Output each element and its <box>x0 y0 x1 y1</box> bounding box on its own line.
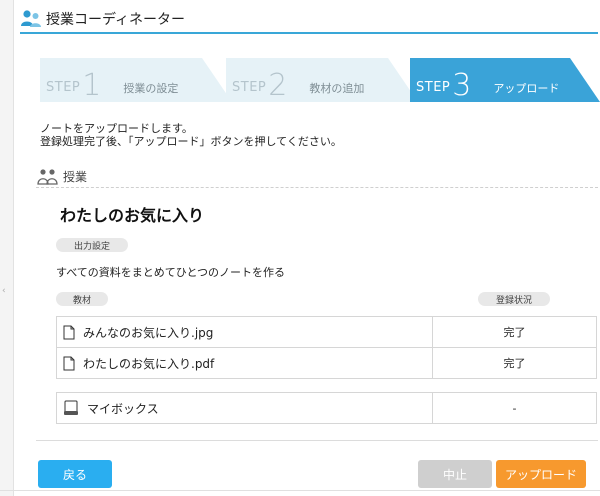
step-3: STEP 3 アップロード <box>410 58 600 102</box>
mybox-row[interactable]: マイボックス - <box>56 392 597 424</box>
section-label: 授業 <box>63 170 88 184</box>
file-icon <box>63 325 75 339</box>
material-name: みんなのお気に入り.jpg <box>83 325 214 340</box>
step-indicator: STEP 1 授業の設定 STEP 2 教材の追加 STEP 3 アップロード <box>40 58 600 102</box>
instruction-line-2: 登録処理完了後、「アップロード」ボタンを押してください。 <box>40 135 342 148</box>
material-status: 完了 <box>503 357 526 370</box>
back-button[interactable]: 戻る <box>38 460 112 488</box>
status-header: 登録状況 <box>478 292 550 306</box>
section-header: 授業 <box>36 166 598 188</box>
material-name: わたしのお気に入り.pdf <box>83 356 215 371</box>
edge-mark: ‹ <box>2 286 6 296</box>
class-title: わたしのお気に入り <box>60 206 205 225</box>
instruction-line-1: ノートをアップロードします。 <box>40 122 193 135</box>
output-option-text: すべての資料をまとめてひとつのノートを作る <box>56 266 286 279</box>
bottom-divider <box>0 490 600 491</box>
mybox-status: - <box>512 401 517 415</box>
material-header: 教材 <box>56 292 108 306</box>
mybox-name: マイボックス <box>87 401 159 416</box>
box-icon <box>64 400 78 415</box>
material-status: 完了 <box>503 326 526 339</box>
upload-button[interactable]: アップロード <box>496 460 586 488</box>
material-row[interactable]: みんなのお気に入り.jpg 完了 <box>56 316 597 348</box>
output-settings-pill: 出力設定 <box>56 238 128 252</box>
file-icon <box>63 356 75 370</box>
step-1: STEP 1 授業の設定 <box>40 58 232 102</box>
cancel-button[interactable]: 中止 <box>418 460 492 488</box>
step-2: STEP 2 教材の追加 <box>226 58 418 102</box>
material-row[interactable]: わたしのお気に入り.pdf 完了 <box>56 347 597 379</box>
class-people-icon <box>37 168 58 185</box>
wizard-panel: STEP 1 授業の設定 STEP 2 教材の追加 STEP 3 アップロード … <box>22 36 600 496</box>
app-title: 授業コーディネーター <box>46 12 186 28</box>
instructions: ノートをアップロードします。 登録処理完了後、「アップロード」ボタンを押してくだ… <box>40 122 342 148</box>
footer-divider <box>36 440 598 441</box>
users-icon <box>21 10 41 27</box>
app-header: 授業コーディネーター <box>20 6 598 34</box>
left-edge-strip: ‹ <box>0 0 14 496</box>
